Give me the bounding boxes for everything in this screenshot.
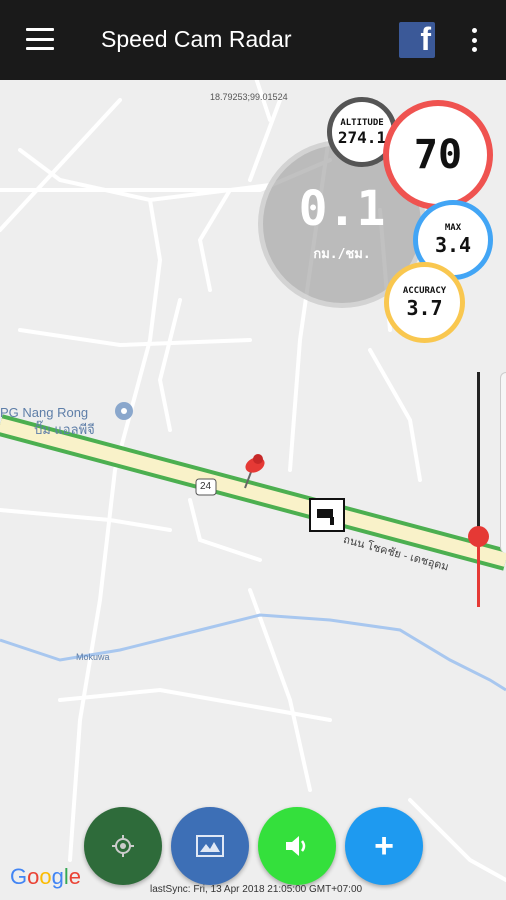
river-label: Mokuwa	[76, 652, 110, 662]
add-icon: +	[374, 826, 394, 865]
coordinates-readout: 18.79253;99.01524	[210, 92, 288, 102]
speed-limit-value: 70	[413, 132, 463, 178]
poi-label: PG Nang Rong ปั๊ม แอลพีจี	[0, 404, 95, 438]
facebook-button[interactable]: f	[399, 22, 435, 58]
accuracy-value: 3.7	[406, 295, 443, 320]
map-icon	[196, 835, 224, 857]
zoom-slider-knob[interactable]	[468, 526, 489, 547]
speed-unit: กม./ชม.	[313, 246, 371, 262]
speed-camera-icon[interactable]	[309, 498, 345, 532]
highway-shield-label: 24	[200, 481, 212, 492]
more-vert-icon[interactable]	[466, 28, 482, 52]
sound-toggle-button[interactable]	[258, 807, 336, 885]
add-camera-button[interactable]: +	[345, 807, 423, 885]
facebook-icon: f	[420, 22, 431, 57]
poi-name-thai: ปั๊ม แอลพีจี	[34, 422, 95, 437]
current-speed-value: 0.1	[298, 180, 386, 237]
last-sync-text: lastSync: Fri, 13 Apr 2018 21:05:00 GMT+…	[150, 884, 363, 895]
max-value: 3.4	[434, 233, 472, 257]
accuracy-label: ACCURACY	[402, 285, 447, 296]
max-label: MAX	[444, 223, 462, 233]
app-title: Speed Cam Radar	[101, 26, 292, 52]
google-logo: Google	[10, 864, 82, 889]
accuracy-gauge: ACCURACY 3.7	[384, 262, 465, 343]
zoom-slider-track[interactable]	[477, 372, 480, 537]
map-type-button[interactable]	[171, 807, 249, 885]
drawer-edge-handle[interactable]	[500, 372, 506, 553]
locate-button[interactable]	[84, 807, 162, 885]
app-bar: Speed Cam Radar f	[0, 0, 506, 80]
target-icon	[112, 835, 134, 857]
altitude-label: ALTITUDE	[340, 117, 384, 128]
speaker-icon	[286, 836, 306, 856]
hamburger-menu-icon[interactable]	[26, 28, 54, 50]
zoom-slider-fill	[477, 537, 480, 607]
poi-name: PG Nang Rong	[0, 405, 89, 420]
speed-limit-gauge: 70	[383, 100, 493, 210]
altitude-value: 274.1	[337, 127, 387, 147]
